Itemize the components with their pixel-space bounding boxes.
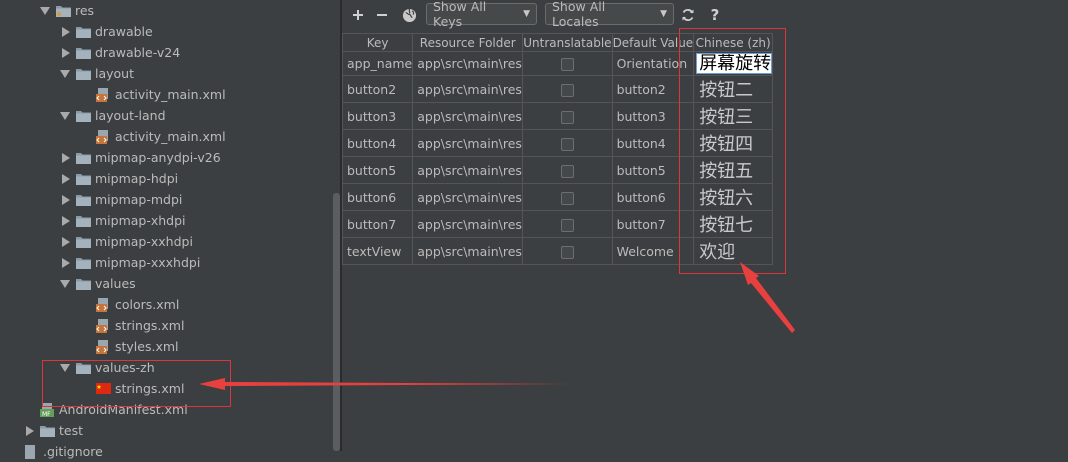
annotation-arrow-left: [199, 378, 570, 390]
annotation-arrows: [199, 262, 795, 390]
annotation-arrow-up: [740, 262, 795, 333]
